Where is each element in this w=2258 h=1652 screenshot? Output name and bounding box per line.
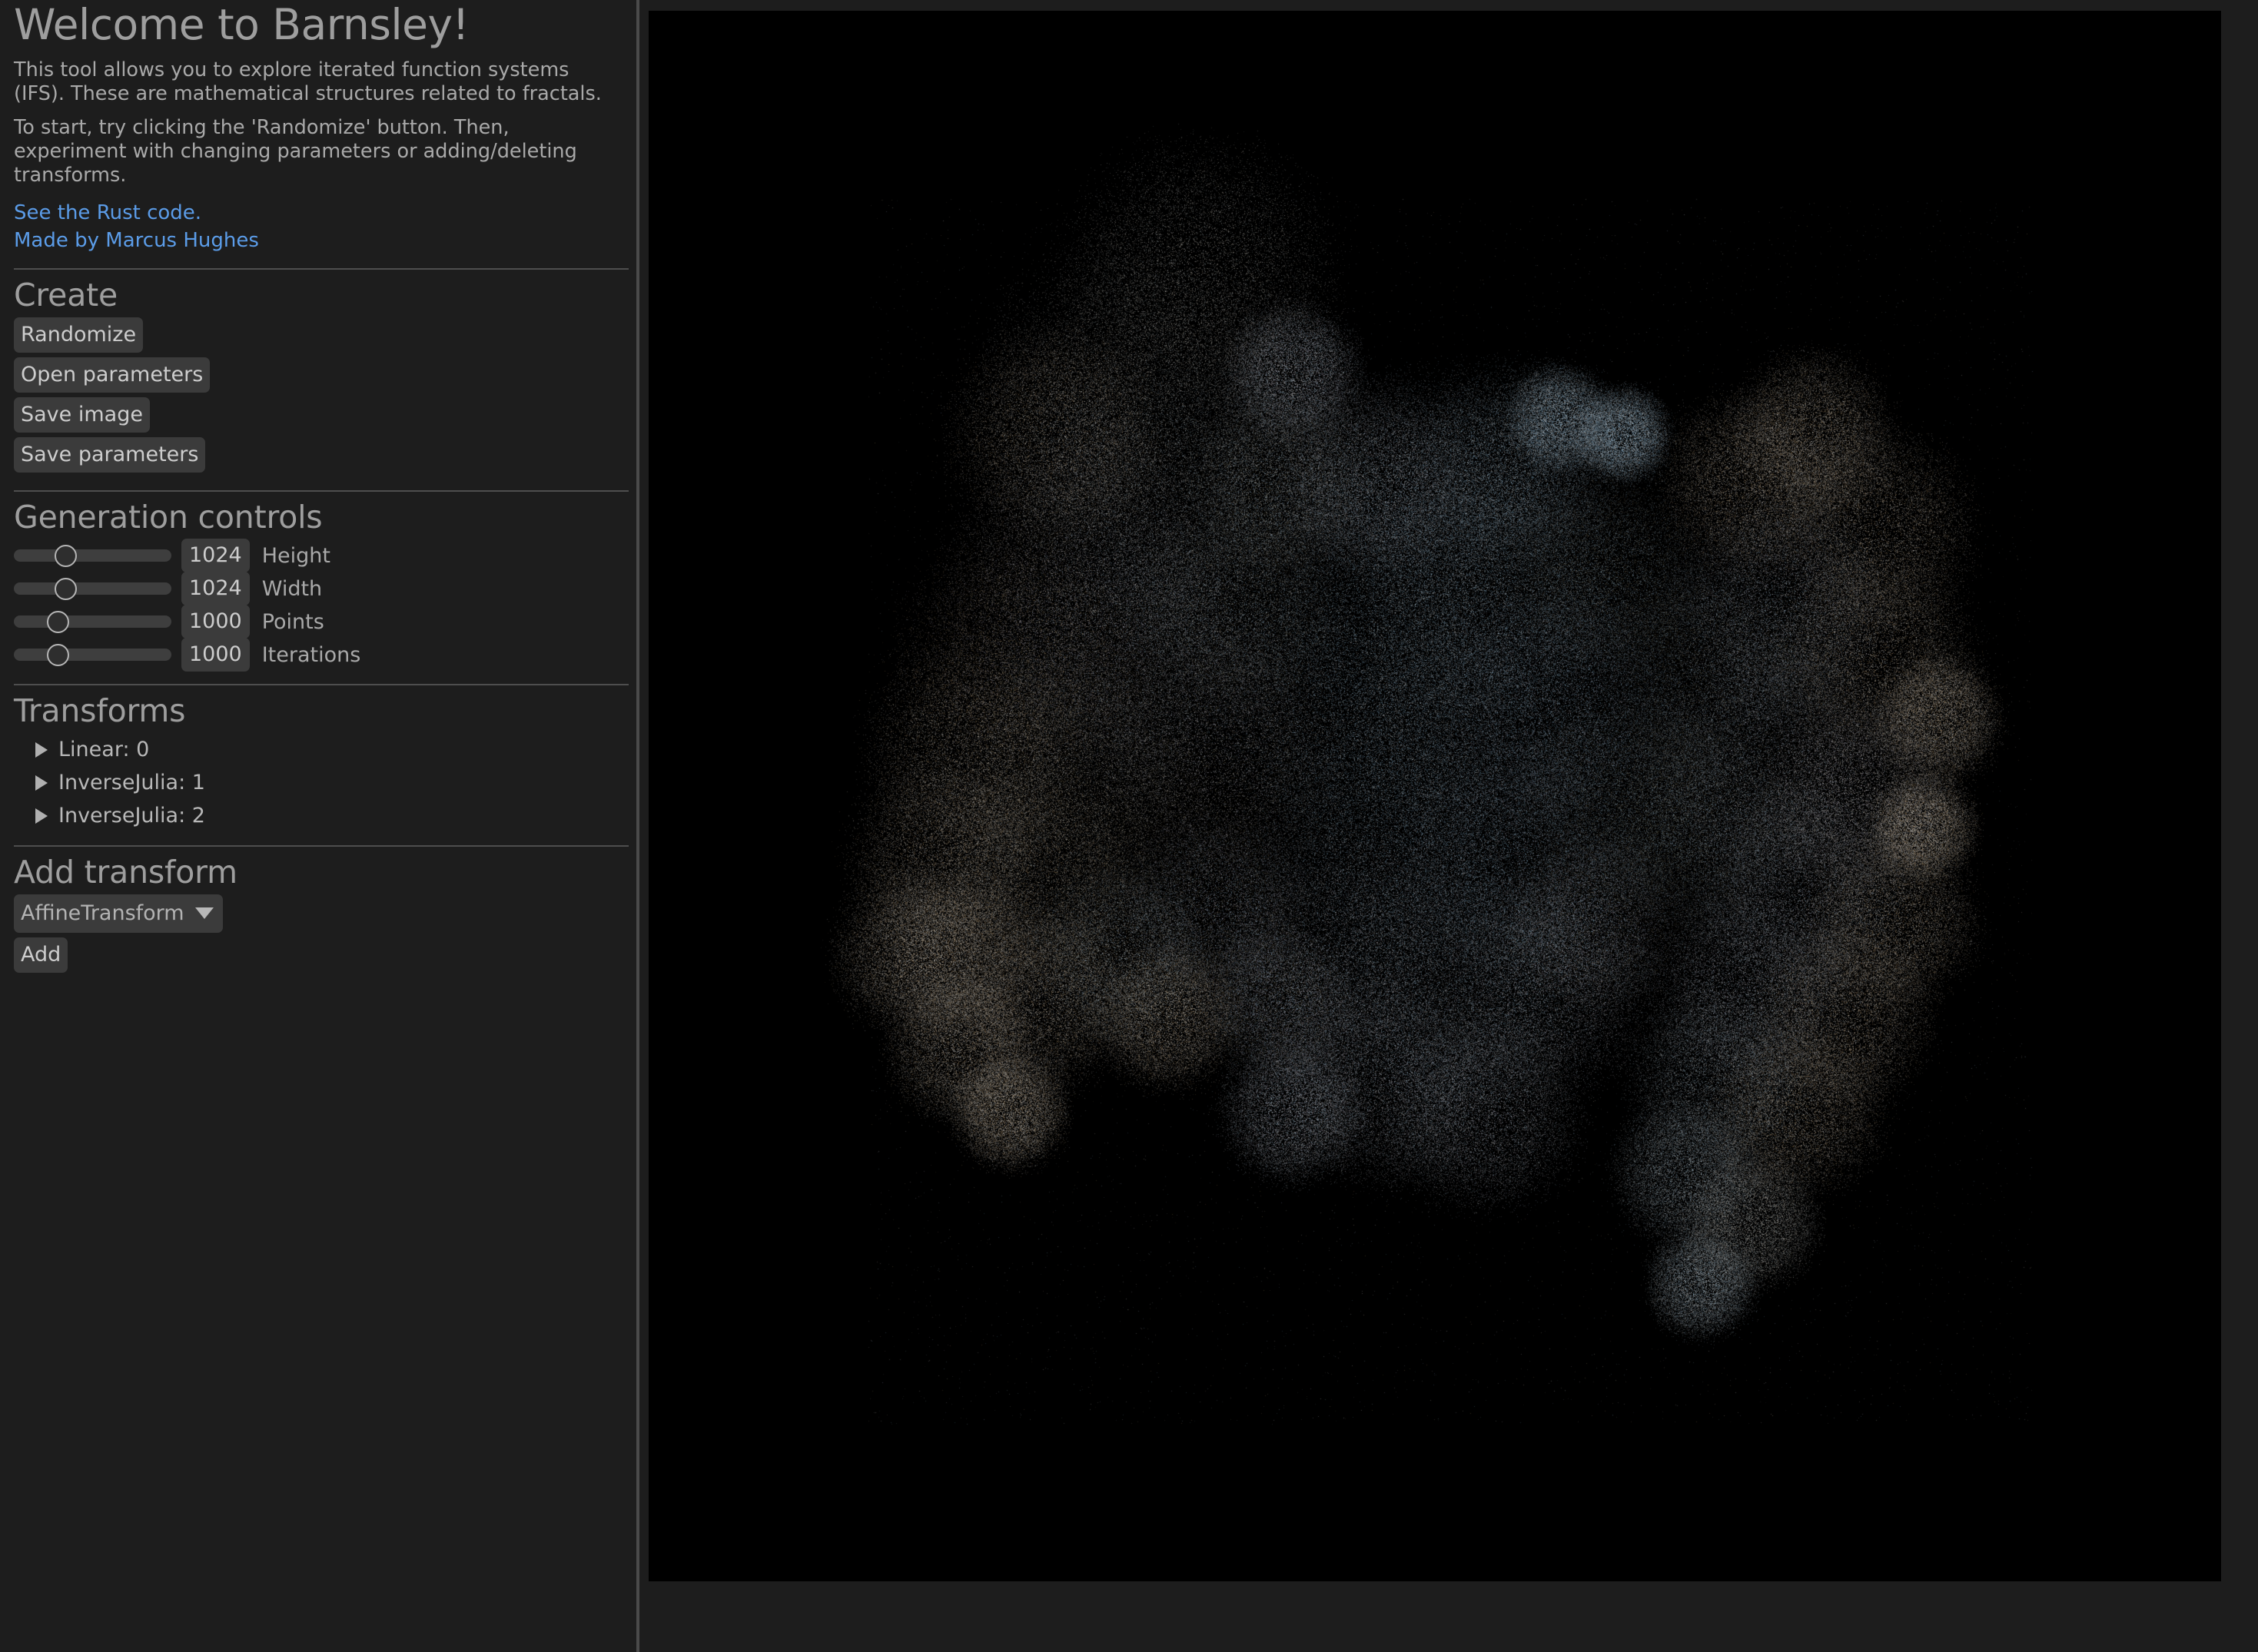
- points-label: Points: [261, 609, 324, 634]
- transform-item-linear-0[interactable]: Linear: 0: [14, 733, 623, 766]
- app-root: Welcome to Barnsley! This tool allows yo…: [0, 0, 2258, 1652]
- save-parameters-button[interactable]: Save parameters: [14, 436, 206, 473]
- add-transform-group: AffineTransform Add: [14, 894, 623, 977]
- height-slider-track: [14, 549, 171, 562]
- chevron-right-icon: [35, 808, 48, 824]
- randomize-button[interactable]: Randomize: [14, 317, 144, 353]
- add-transform-heading: Add transform: [14, 854, 237, 891]
- points-slider[interactable]: [14, 605, 171, 638]
- divider-4: [14, 845, 629, 848]
- transform-label: InverseJulia: 2: [58, 804, 205, 828]
- generation-controls-heading: Generation controls: [14, 498, 323, 536]
- width-value-field[interactable]: 1024: [181, 572, 250, 605]
- iterations-slider[interactable]: [14, 639, 171, 671]
- iterations-value-field[interactable]: 1000: [181, 638, 250, 672]
- slider-row-iterations: 1000 Iterations: [14, 638, 623, 672]
- create-heading: Create: [14, 276, 118, 313]
- sidebar-resize-handle[interactable]: [636, 0, 639, 1652]
- chevron-right-icon: [35, 741, 48, 758]
- author-link[interactable]: Made by Marcus Hughes: [14, 227, 259, 255]
- intro-paragraph-1: This tool allows you to explore iterated…: [14, 58, 602, 105]
- create-button-group: Randomize Open parameters Save image Sav…: [14, 317, 623, 477]
- transform-item-inversejulia-2[interactable]: InverseJulia: 2: [14, 799, 623, 832]
- link-group: See the Rust code. Made by Marcus Hughes: [14, 200, 623, 255]
- divider-3: [14, 684, 629, 685]
- iterations-slider-track: [14, 649, 171, 661]
- height-label: Height: [261, 543, 330, 568]
- save-image-button[interactable]: Save image: [14, 396, 150, 433]
- transform-label: Linear: 0: [58, 738, 150, 762]
- transform-item-inversejulia-1[interactable]: InverseJulia: 1: [14, 766, 623, 799]
- canvas-pane: [636, 0, 2258, 1652]
- rust-code-link[interactable]: See the Rust code.: [14, 200, 201, 227]
- divider-1: [14, 267, 629, 270]
- slider-row-width: 1024 Width: [14, 572, 623, 605]
- transforms-heading: Transforms: [14, 692, 186, 729]
- iterations-label: Iterations: [261, 642, 361, 667]
- height-slider[interactable]: [14, 539, 171, 572]
- divider-2: [14, 489, 629, 492]
- width-slider[interactable]: [14, 572, 171, 605]
- intro-paragraph-2: To start, try clicking the 'Randomize' b…: [14, 116, 577, 187]
- transform-type-selected-value: AffineTransform: [21, 901, 184, 926]
- width-slider-handle[interactable]: [55, 578, 77, 600]
- slider-row-height: 1024 Height: [14, 539, 623, 572]
- open-parameters-button[interactable]: Open parameters: [14, 357, 211, 393]
- transform-type-select[interactable]: AffineTransform: [14, 894, 223, 934]
- height-slider-handle[interactable]: [55, 545, 77, 567]
- slider-row-points: 1000 Points: [14, 605, 623, 639]
- sidebar-panel: Welcome to Barnsley! This tool allows yo…: [0, 0, 636, 1652]
- transform-label: InverseJulia: 1: [58, 771, 205, 795]
- points-slider-handle[interactable]: [47, 611, 69, 633]
- points-slider-track: [14, 615, 171, 628]
- page-title: Welcome to Barnsley!: [14, 0, 470, 49]
- add-button[interactable]: Add: [14, 937, 68, 974]
- chevron-right-icon: [35, 775, 48, 791]
- chevron-down-icon: [194, 907, 214, 920]
- width-label: Width: [261, 576, 323, 601]
- iterations-slider-handle[interactable]: [47, 644, 69, 666]
- points-value-field[interactable]: 1000: [181, 605, 250, 639]
- width-slider-track: [14, 582, 171, 595]
- fractal-render-canvas[interactable]: [649, 11, 2221, 1581]
- height-value-field[interactable]: 1024: [181, 539, 250, 572]
